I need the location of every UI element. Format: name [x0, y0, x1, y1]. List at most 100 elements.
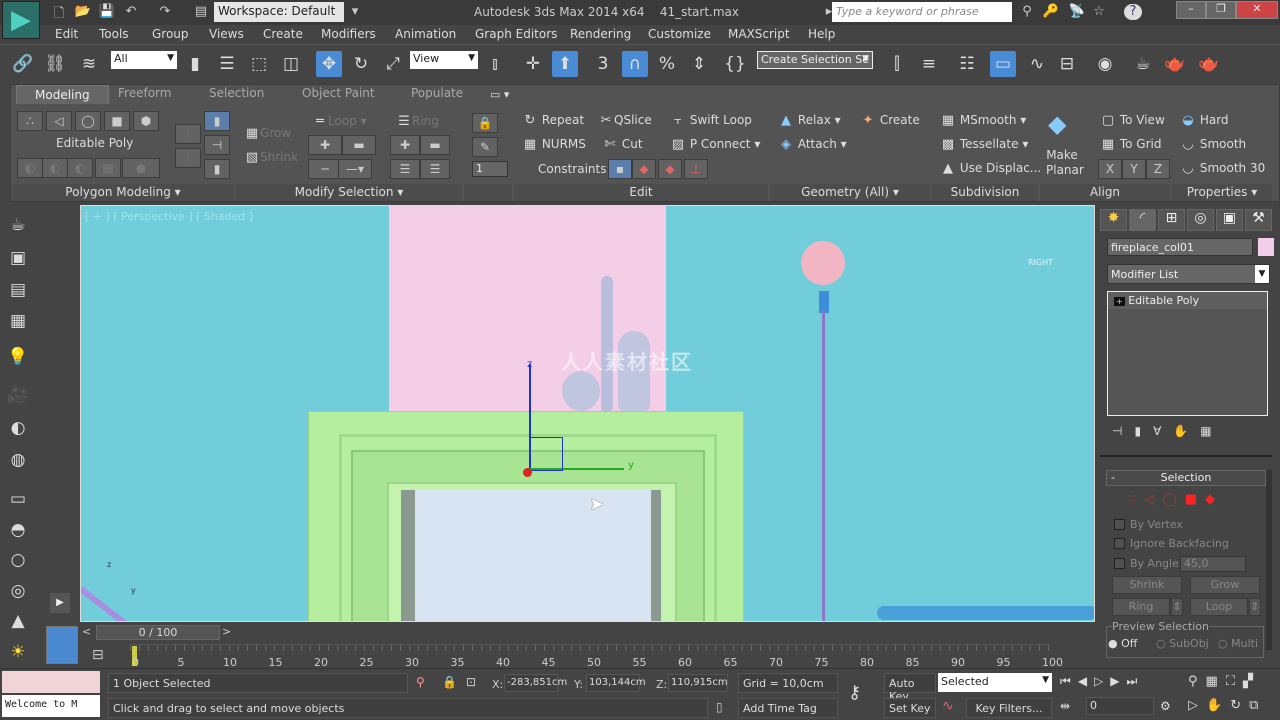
- zoom-all-icon[interactable]: ▦: [1206, 674, 1226, 689]
- selection-lock-icon[interactable]: 🔒: [442, 675, 457, 689]
- ring-shrink-icon[interactable]: ▬: [420, 135, 450, 155]
- shrink-button[interactable]: Shrink: [1112, 576, 1182, 594]
- open-file-icon[interactable]: 📂: [74, 4, 92, 20]
- edge-icon[interactable]: ◁: [1144, 492, 1162, 507]
- angle-snap-icon[interactable]: ∩: [622, 51, 648, 77]
- teapot-icon[interactable]: ☕: [6, 215, 30, 239]
- display-tab-icon[interactable]: ▣: [1216, 209, 1243, 231]
- list-icon[interactable]: ▤: [6, 280, 30, 304]
- help-icon[interactable]: ?: [1124, 4, 1142, 20]
- make-planar-button[interactable]: Make Planar: [1046, 148, 1084, 178]
- keyboard-shortcut-override-icon[interactable]: ⬆: [552, 51, 578, 77]
- stack-item-editable-poly[interactable]: + Editable Poly: [1108, 292, 1267, 309]
- modifier-list-dropdown[interactable]: Modifier List ▼: [1107, 264, 1270, 284]
- time-configuration-icon[interactable]: ⚙: [1160, 699, 1171, 713]
- curve-editor-icon[interactable]: ∿: [1024, 51, 1050, 77]
- project-folder-icon[interactable]: ▤: [192, 4, 210, 20]
- nurms-button[interactable]: ▦ NURMS: [522, 137, 586, 152]
- layers-icon[interactable]: ▦: [6, 311, 30, 335]
- show-cage-icon[interactable]: ⊣: [204, 135, 230, 155]
- gizmo-plane[interactable]: [529, 437, 563, 471]
- tab-selection[interactable]: Selection: [209, 86, 264, 100]
- close-button[interactable]: ✕: [1236, 1, 1278, 19]
- save-icon[interactable]: 💾: [98, 4, 116, 20]
- maxscript-listener-output[interactable]: [2, 671, 100, 693]
- modifier-stack-prev-icon[interactable]: ◐: [17, 158, 43, 178]
- y-coordinate-input[interactable]: 103,144cm: [586, 674, 646, 692]
- element-level-icon[interactable]: ⬢: [133, 111, 159, 131]
- object-color-swatch[interactable]: [1258, 238, 1274, 256]
- constraint-edge-icon[interactable]: ◆: [632, 159, 656, 179]
- smooth-30-button[interactable]: ◡ Smooth 30: [1180, 161, 1265, 176]
- key-tangent-icon[interactable]: ∿: [942, 698, 954, 714]
- hemisphere-icon[interactable]: ◓: [6, 520, 30, 544]
- make-planar-icon[interactable]: ◆: [1048, 110, 1066, 138]
- select-object-icon[interactable]: ▮: [182, 51, 208, 77]
- menu-group[interactable]: Group: [152, 27, 189, 41]
- cut-button[interactable]: ✄ Cut: [602, 137, 643, 152]
- zoom-extents-icon[interactable]: ⛶: [1226, 674, 1243, 689]
- preserve-uvs-icon[interactable]: ▮: [204, 159, 230, 179]
- render-setup-icon[interactable]: ☕: [1130, 51, 1156, 77]
- hard-button[interactable]: ◒ Hard: [1180, 113, 1228, 128]
- ring-grow-icon[interactable]: ✚: [390, 135, 420, 155]
- modify-tab-icon[interactable]: ◜: [1129, 209, 1156, 231]
- ribbon-toggle-icon[interactable]: ▭: [990, 51, 1016, 77]
- edit-named-selection-icon[interactable]: {}: [722, 51, 748, 77]
- constraint-normal-icon[interactable]: ⊥: [684, 159, 708, 179]
- ring-mode-icon[interactable]: ☰: [390, 159, 420, 179]
- dot-loop-icon[interactable]: —▾: [338, 159, 372, 179]
- vertex-icon[interactable]: ∵: [1128, 492, 1144, 507]
- app-menu-button[interactable]: ▶: [2, 1, 40, 39]
- angle-spinner[interactable]: 45,0: [1180, 556, 1246, 572]
- cone-icon[interactable]: ▲: [6, 611, 30, 635]
- plane-icon[interactable]: ▭: [6, 489, 30, 513]
- key-mode-toggle-icon[interactable]: ⇹: [1060, 699, 1070, 713]
- menu-graph-editors[interactable]: Graph Editors: [475, 27, 557, 41]
- paint-deform-icon[interactable]: ✎: [472, 137, 498, 157]
- border-icon[interactable]: ◯: [1162, 492, 1185, 507]
- menu-maxscript[interactable]: MAXScript: [728, 27, 790, 41]
- bind-space-warp-icon[interactable]: ≋: [76, 51, 102, 77]
- edit-footer[interactable]: Edit: [514, 184, 768, 201]
- current-frame-input[interactable]: 0: [1086, 697, 1154, 715]
- select-by-name-icon[interactable]: ☰: [214, 51, 240, 77]
- collapse-stack-icon[interactable]: ▦: [95, 158, 121, 178]
- selection-filter-dropdown[interactable]: All: [111, 51, 177, 69]
- reference-coordinate-dropdown[interactable]: View: [410, 51, 478, 69]
- select-and-rotate-icon[interactable]: ↻: [348, 51, 374, 77]
- ribbon-minimize-icon[interactable]: ▭ ▾: [490, 88, 509, 101]
- loop-mode-icon[interactable]: ─: [308, 159, 342, 179]
- subdivision-footer[interactable]: Subdivision: [932, 184, 1038, 201]
- element-icon[interactable]: ◆: [1205, 492, 1223, 507]
- swift-loop-button[interactable]: ⫟ Swift Loop: [670, 113, 752, 128]
- use-displace-button[interactable]: ▲ Use Displac...: [940, 161, 1041, 176]
- ignore-backfacing-checkbox[interactable]: [1114, 538, 1125, 549]
- set-key-icon[interactable]: ⚷: [848, 682, 861, 703]
- geosphere-icon[interactable]: ◎: [6, 581, 30, 605]
- grow-button[interactable]: ▦ Grow: [244, 126, 291, 141]
- align-footer[interactable]: Align: [1040, 184, 1170, 201]
- ring-button[interactable]: ☰ Ring: [396, 114, 439, 129]
- time-slider-track[interactable]: [80, 624, 1095, 644]
- zoom-icon[interactable]: ⚲: [1188, 674, 1206, 689]
- camera-icon[interactable]: 🎥: [6, 385, 30, 409]
- key-mode-dropdown[interactable]: Selected ▼: [938, 673, 1052, 692]
- ring-button[interactable]: Ring: [1112, 598, 1170, 616]
- expand-toolbar-button[interactable]: ▶: [50, 593, 70, 613]
- tab-modeling[interactable]: Modeling: [16, 85, 109, 104]
- binoculars-icon[interactable]: ⚲: [1018, 4, 1036, 20]
- snaps-toggle-icon[interactable]: 3: [590, 51, 616, 77]
- polygon-modeling-footer[interactable]: Polygon Modeling ▾: [12, 184, 234, 201]
- smooth-button[interactable]: ◡ Smooth: [1180, 137, 1246, 152]
- percent-snap-icon[interactable]: %: [654, 51, 680, 77]
- menu-tools[interactable]: Tools: [99, 27, 129, 41]
- viewport-perspective[interactable]: [ + ] [ Perspective ] [ Shaded ] RIGHT z…: [80, 205, 1095, 622]
- preview-subobj-radio[interactable]: ○ SubObj: [1156, 637, 1209, 650]
- menu-modifiers[interactable]: Modifiers: [321, 27, 376, 41]
- render-icon[interactable]: ◍: [6, 450, 30, 474]
- lock-selection-icon[interactable]: 🔒: [472, 113, 498, 133]
- dope-sheet-icon[interactable]: ⊟: [92, 647, 104, 663]
- layer-manager-icon[interactable]: ☷: [954, 51, 980, 77]
- selection-rollout-header[interactable]: - Selection: [1106, 470, 1266, 486]
